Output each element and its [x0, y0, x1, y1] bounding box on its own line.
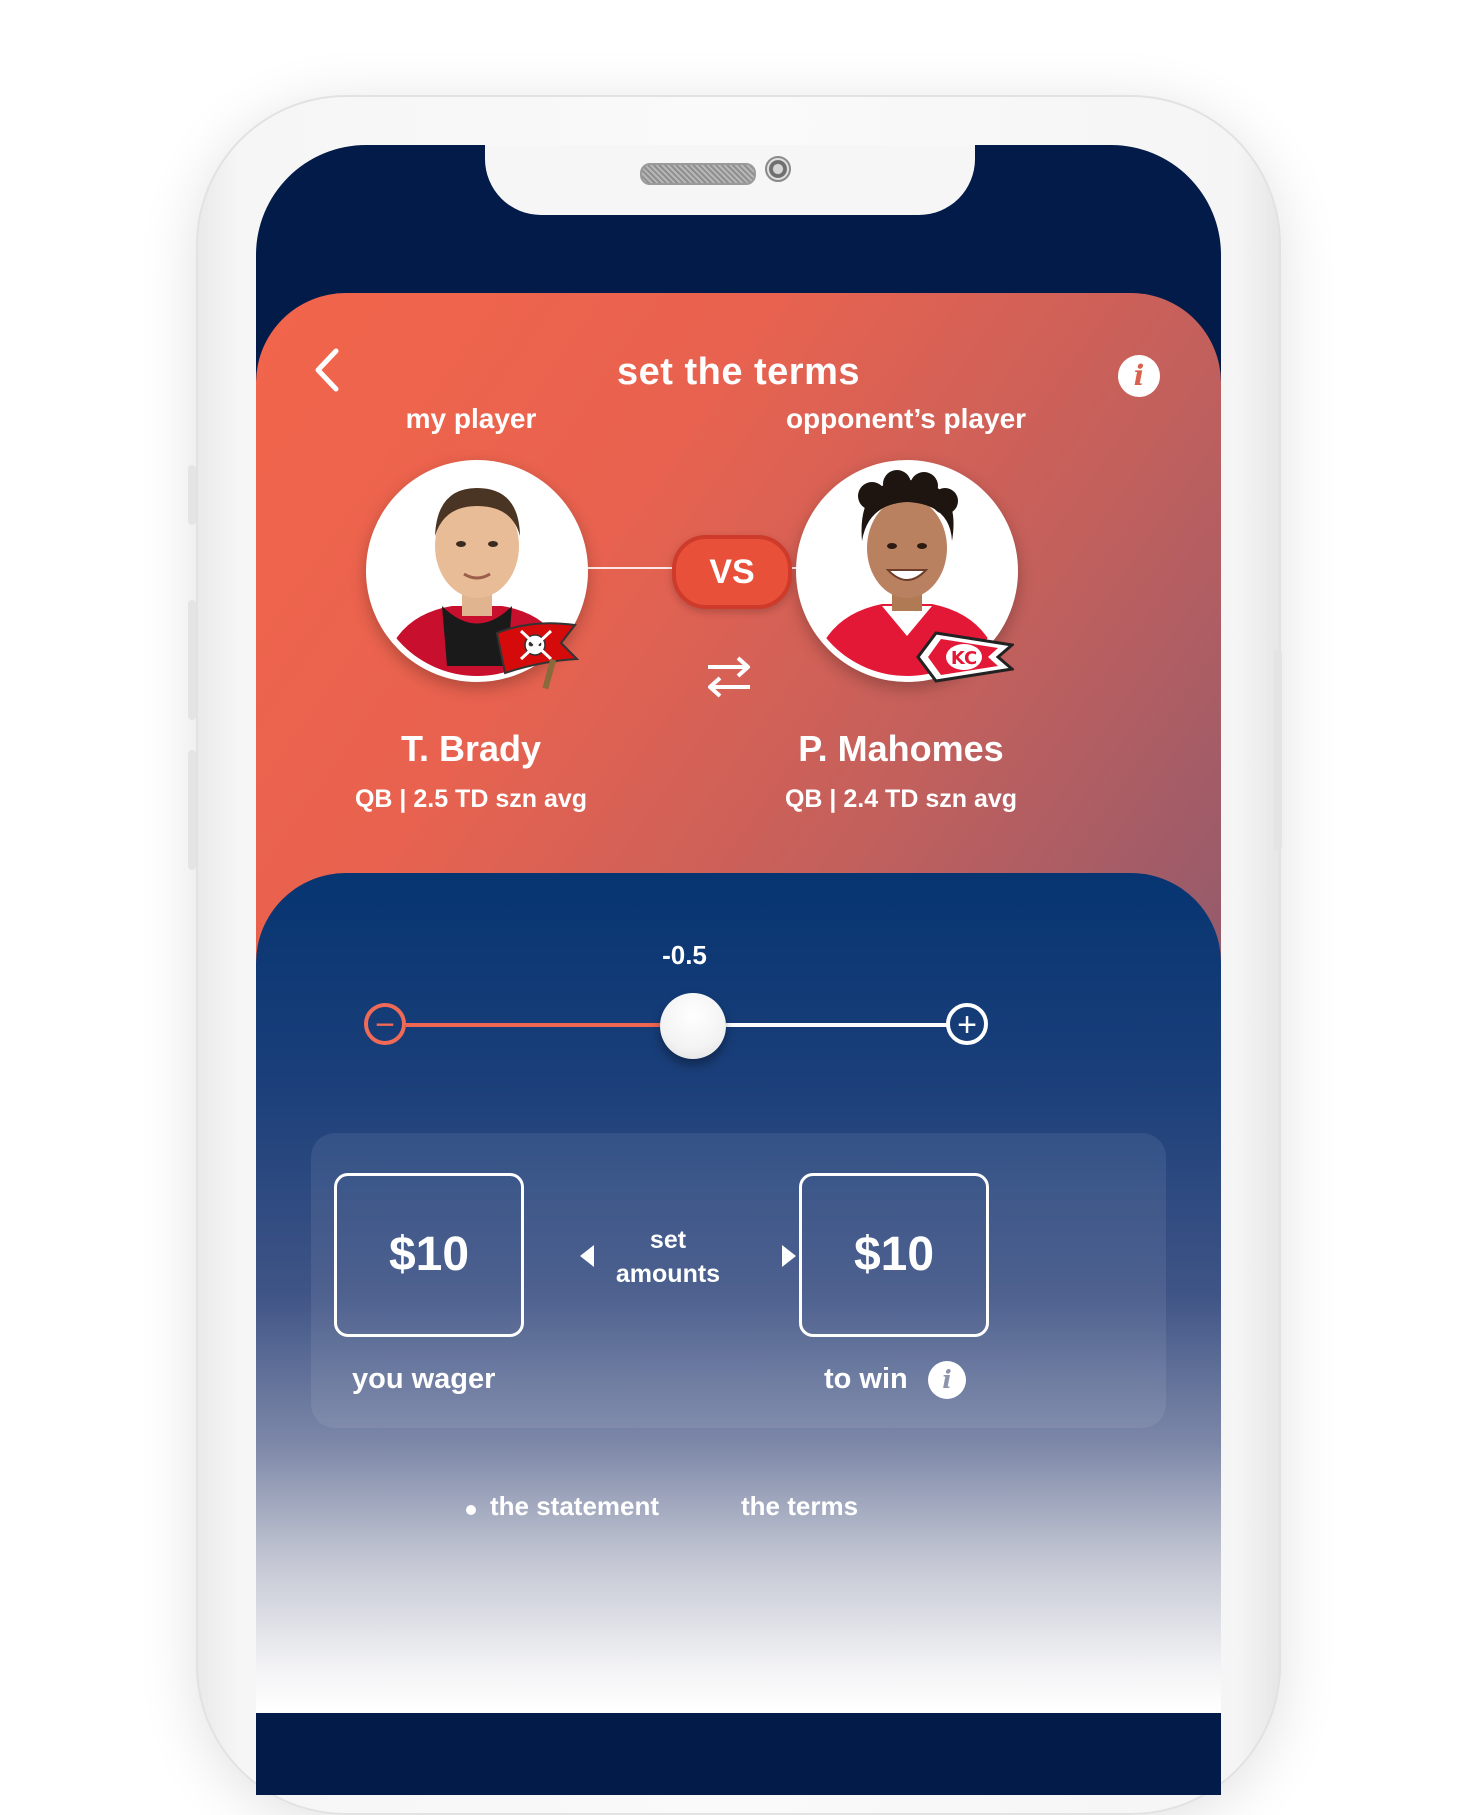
opponent-player-name: P. Mahomes — [798, 728, 1004, 769]
spread-value: -0.5 — [662, 940, 707, 970]
my-player-name: T. Brady — [400, 728, 542, 769]
swap-arrows-icon — [708, 656, 750, 698]
side-button-volume-down — [188, 750, 196, 870]
win-label: to win — [824, 1363, 908, 1395]
win-amount-box[interactable]: $10 — [799, 1173, 989, 1337]
opponent-player-stat: QB | 2.4 TD szn avg — [784, 785, 1018, 813]
page-title: set the terms — [616, 351, 861, 393]
wager-amount-box[interactable]: $10 — [334, 1173, 524, 1337]
wager-label: you wager — [352, 1363, 496, 1395]
vs-connector-left — [582, 567, 672, 569]
minus-icon: − — [375, 1006, 395, 1044]
side-button-silent — [188, 465, 196, 525]
set-amounts-line2: amounts — [615, 1260, 721, 1288]
swap-players-button[interactable] — [704, 655, 754, 699]
step-indicator-dot — [466, 1505, 476, 1515]
step-the-statement[interactable]: the statement — [490, 1491, 659, 1522]
spread-increase-button[interactable]: + — [946, 1003, 988, 1045]
side-button-volume-up — [188, 600, 196, 720]
info-icon: i — [942, 1365, 952, 1394]
side-button-power — [1274, 650, 1282, 850]
app-screen: set the terms i my player opponent’s pla… — [256, 145, 1221, 1795]
info-icon: i — [1133, 359, 1145, 392]
slider-track-empty[interactable] — [726, 1023, 948, 1027]
my-player-stat: QB | 2.5 TD szn avg — [354, 785, 588, 813]
chiefs-arrowhead-logo: KC — [914, 625, 1016, 689]
speaker-grille — [640, 163, 756, 185]
vs-connector-right — [784, 567, 842, 569]
win-info-button[interactable]: i — [928, 1361, 966, 1399]
notch — [485, 145, 975, 215]
step-the-terms[interactable]: the terms — [741, 1491, 858, 1522]
set-amounts-label: set amounts — [608, 1223, 728, 1291]
info-button[interactable]: i — [1118, 355, 1160, 397]
set-amounts-line1: set — [649, 1226, 687, 1254]
amount-decrease-arrow[interactable] — [580, 1245, 594, 1267]
my-player-label: my player — [405, 403, 537, 434]
front-camera — [765, 156, 791, 182]
slider-track-filled[interactable] — [406, 1023, 666, 1027]
vs-badge: VS — [672, 535, 792, 609]
svg-text:KC: KC — [951, 648, 977, 669]
plus-icon: + — [957, 1006, 977, 1044]
amount-increase-arrow[interactable] — [782, 1245, 796, 1267]
opponent-player-label: opponent’s player — [785, 403, 1027, 434]
spread-decrease-button[interactable]: − — [364, 1003, 406, 1045]
spread-slider-thumb[interactable] — [660, 993, 726, 1059]
buccaneers-flag-logo — [491, 615, 581, 695]
